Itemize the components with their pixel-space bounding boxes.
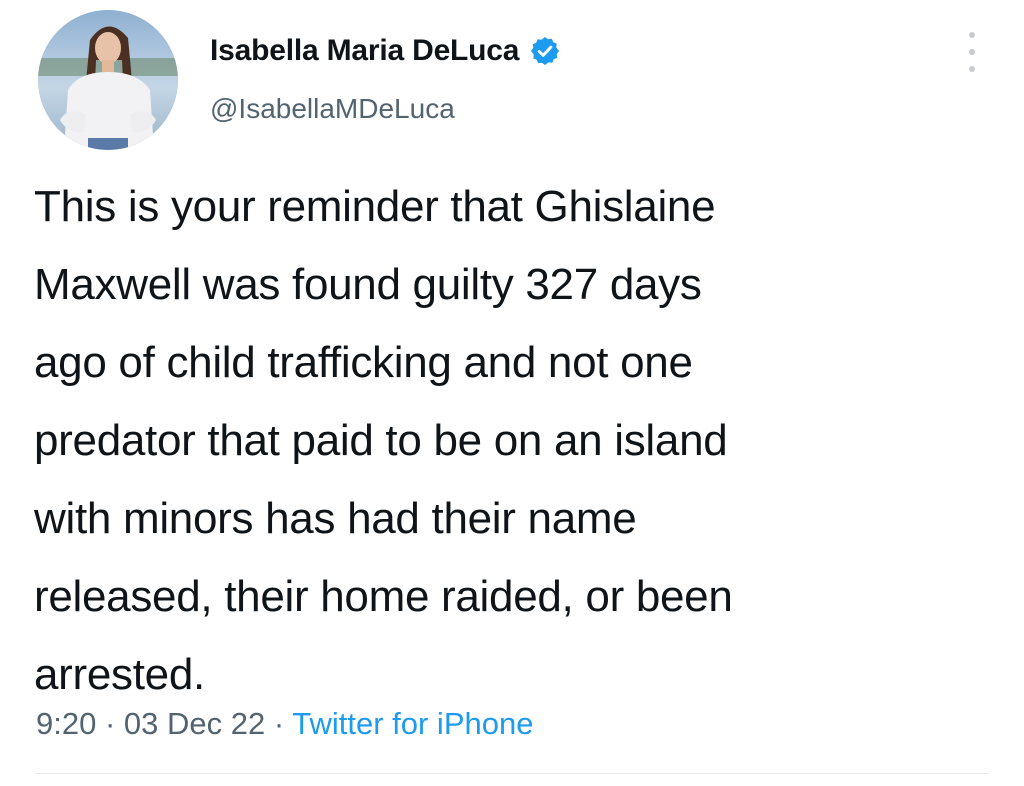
- tweet-text: This is your reminder that Ghislaine Max…: [34, 182, 733, 699]
- author-name-row[interactable]: Isabella Maria DeLuca: [210, 34, 561, 68]
- meta-separator: ·: [96, 706, 124, 741]
- more-options-icon[interactable]: [962, 32, 982, 72]
- more-dot: [969, 49, 975, 55]
- more-dot: [969, 66, 975, 72]
- avatar[interactable]: [38, 10, 178, 150]
- tweet-date[interactable]: 03 Dec 22: [124, 706, 265, 741]
- tweet-meta: 9:20 · 03 Dec 22 · Twitter for iPhone: [36, 706, 533, 742]
- author-handle[interactable]: @IsabellaMDeLuca: [210, 93, 455, 125]
- divider: [36, 773, 988, 774]
- author-display-name[interactable]: Isabella Maria DeLuca: [210, 34, 519, 68]
- verified-badge-icon: [531, 37, 560, 65]
- tweet-card: Isabella Maria DeLuca @IsabellaMDeLuca T…: [0, 0, 1024, 786]
- tweet-source[interactable]: Twitter for iPhone: [292, 706, 533, 741]
- tweet-time[interactable]: 9:20: [36, 706, 96, 741]
- more-dot: [969, 32, 975, 38]
- avatar-image: [38, 10, 178, 150]
- meta-separator: ·: [265, 706, 293, 741]
